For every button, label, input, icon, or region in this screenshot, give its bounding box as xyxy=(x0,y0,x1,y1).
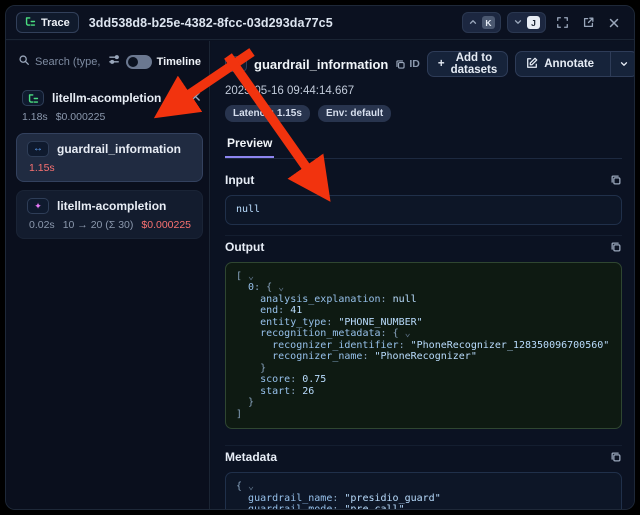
code-line: score: 0.75 xyxy=(236,374,611,386)
annotate-button[interactable]: Annotate xyxy=(515,51,634,77)
detail-tabs: Preview xyxy=(225,134,622,159)
topbar: Trace 3dd538d8-b25e-4382-8fcc-03d293da77… xyxy=(6,6,634,40)
duration-metric: 1.18s xyxy=(22,111,48,123)
trace-node-icon xyxy=(22,90,44,106)
code-line: 0: { ⌄ xyxy=(236,282,611,294)
add-to-datasets-button[interactable]: + Add to datasets xyxy=(427,51,508,77)
code-line: end: 41 xyxy=(236,305,611,317)
code-line: start: 26 xyxy=(236,386,611,398)
header-actions: + Add to datasets Annotate xyxy=(427,51,634,77)
annotate-dropdown-caret[interactable] xyxy=(610,52,634,76)
annotate-main-segment[interactable]: Annotate xyxy=(516,52,604,76)
input-label: Input xyxy=(225,173,254,187)
timeline-toggle[interactable] xyxy=(126,55,152,69)
toggle-knob xyxy=(128,57,138,67)
input-code-block[interactable]: null xyxy=(225,195,622,225)
metadata-label: Metadata xyxy=(225,450,277,464)
search-row: Timeline xyxy=(6,41,209,81)
timeline-toggle-label: Timeline xyxy=(157,56,201,68)
open-external-button[interactable] xyxy=(578,13,598,33)
observation-header: ↔ guardrail_information ID + Add to data… xyxy=(225,51,622,77)
plus-icon: + xyxy=(438,58,445,70)
trace-id: 3dd538d8-b25e-4382-8fcc-03d293da77c5 xyxy=(89,16,333,30)
code-line: } xyxy=(236,397,611,409)
code-line: guardrail_mode: "pre_call" xyxy=(236,504,611,509)
screenshot-canvas: Trace 3dd538d8-b25e-4382-8fcc-03d293da77… xyxy=(0,0,640,515)
collapse-chevron[interactable]: ⌄ xyxy=(272,282,284,293)
event-node-icon: ↔ xyxy=(225,56,247,72)
code-line: entity_type: "PHONE_NUMBER" xyxy=(236,317,611,329)
code-line: [ ⌄ xyxy=(236,271,611,283)
tab-preview[interactable]: Preview xyxy=(225,136,274,158)
prev-observation-button[interactable]: K xyxy=(462,12,501,33)
tree-item-generation-acompletion[interactable]: ✦ litellm-acompletion 0.02s 10 → 20 (Σ 3… xyxy=(16,190,203,239)
observation-timestamp: 2025-05-16 09:44:14.667 xyxy=(225,85,622,97)
copy-output-button[interactable] xyxy=(610,241,622,253)
output-code-block[interactable]: [ ⌄ 0: { ⌄ analysis_explanation: null en… xyxy=(225,262,622,430)
generation-node-icon: ✦ xyxy=(27,198,49,214)
code-line: null xyxy=(236,204,611,216)
tree-item-label: litellm-acompletion xyxy=(57,199,166,213)
shortcut-key-k: K xyxy=(482,16,495,29)
pencil-square-icon xyxy=(526,57,538,72)
trace-tree-sidebar: Timeline litellm-acompletion xyxy=(6,41,210,509)
search-icon xyxy=(18,53,30,71)
trace-detail-window: Trace 3dd538d8-b25e-4382-8fcc-03d293da77… xyxy=(5,5,635,510)
expand-all-icon[interactable] xyxy=(175,89,186,107)
copy-input-button[interactable] xyxy=(610,174,622,186)
collapse-chevron[interactable]: ⌄ xyxy=(399,328,411,339)
tree-item-label: guardrail_information xyxy=(57,142,181,156)
close-button[interactable] xyxy=(604,13,624,33)
tree-item-label: litellm-acompletion xyxy=(52,91,161,105)
token-usage-metric: 10 → 20 (Σ 30) xyxy=(63,219,134,231)
topbar-actions: K J xyxy=(462,12,624,33)
observation-detail-panel: ↔ guardrail_information ID + Add to data… xyxy=(211,41,634,509)
duration-metric: 0.02s xyxy=(29,219,55,231)
collapse-all-icon[interactable] xyxy=(190,89,201,107)
maximize-button[interactable] xyxy=(552,13,572,33)
next-observation-button[interactable]: J xyxy=(507,12,546,33)
copy-metadata-button[interactable] xyxy=(610,451,622,463)
chevron-up-icon xyxy=(468,15,478,30)
id-label: ID xyxy=(409,58,420,70)
copy-id-button[interactable]: ID xyxy=(395,58,420,70)
output-section-header: Output xyxy=(225,235,622,254)
code-line: recognizer_name: "PhoneRecognizer" xyxy=(236,351,611,363)
list-tree-icon xyxy=(25,16,36,30)
shortcut-key-j: J xyxy=(527,16,540,29)
event-node-icon: ↔ xyxy=(27,141,49,157)
metadata-code-block[interactable]: { ⌄ guardrail_name: "presidio_guard" gua… xyxy=(225,472,622,509)
trace-badge-label: Trace xyxy=(41,17,70,29)
input-section-header: Input xyxy=(225,169,622,187)
tree-item-root-acompletion[interactable]: litellm-acompletion 1.18s $0.00022 xyxy=(16,85,203,125)
observation-tree: litellm-acompletion 1.18s $0.00022 xyxy=(6,81,209,239)
observation-title: guardrail_information xyxy=(254,57,388,72)
badge-row: Latency: 1.15s Env: default xyxy=(225,105,622,122)
filter-sliders-icon[interactable] xyxy=(108,53,121,71)
code-line: ] xyxy=(236,409,611,421)
code-line: recognition_metadata: { ⌄ xyxy=(236,328,611,340)
metadata-section-header: Metadata xyxy=(225,445,622,464)
tree-item-guardrail-information[interactable]: ↔ guardrail_information 1.15s xyxy=(16,133,203,182)
cost-metric: $0.000225 xyxy=(56,111,106,123)
chevron-down-icon xyxy=(513,15,523,30)
output-label: Output xyxy=(225,240,264,254)
collapse-chevron[interactable]: ⌄ xyxy=(242,481,254,492)
cost-metric: $0.000225 xyxy=(141,219,191,231)
latency-badge: Latency: 1.15s xyxy=(225,105,310,122)
code-line: { ⌄ xyxy=(236,481,611,493)
search-input[interactable] xyxy=(35,56,103,68)
trace-type-badge: Trace xyxy=(16,12,79,33)
code-line: recognizer_identifier: "PhoneRecognizer_… xyxy=(236,340,611,352)
code-line: analysis_explanation: null xyxy=(236,294,611,306)
code-line: } xyxy=(236,363,611,375)
env-badge: Env: default xyxy=(318,105,391,122)
code-line: guardrail_name: "presidio_guard" xyxy=(236,493,611,505)
collapse-chevron[interactable]: ⌄ xyxy=(242,271,254,282)
duration-metric: 1.15s xyxy=(29,162,55,174)
